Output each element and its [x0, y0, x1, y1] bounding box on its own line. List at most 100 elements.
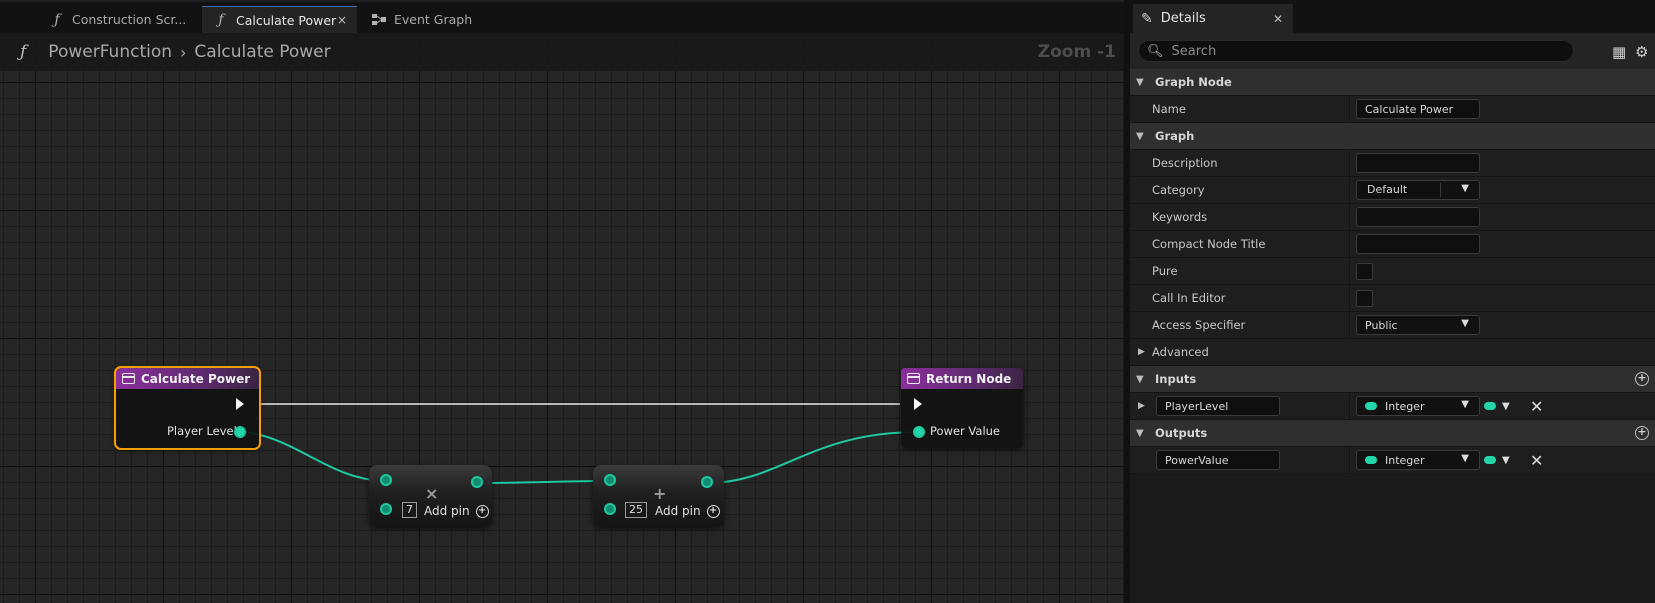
- tab-calculate-power[interactable]: ƒ Calculate Power ×: [202, 6, 357, 33]
- add-input-icon[interactable]: +: [1635, 372, 1649, 386]
- add-pin-button[interactable]: Add pin +: [655, 504, 720, 518]
- category-value[interactable]: Default: [1361, 183, 1441, 197]
- details-empty-area: [1130, 475, 1655, 603]
- output-pin[interactable]: [701, 476, 713, 488]
- chevron-down-icon: ▼: [1502, 454, 1510, 466]
- tab-details[interactable]: ✎ Details ✕: [1133, 4, 1293, 33]
- table-view-icon[interactable]: ▦: [1612, 43, 1626, 61]
- add-pin-label: Add pin: [424, 504, 470, 518]
- pin-default-value[interactable]: 7: [402, 502, 417, 518]
- chevron-down-icon: ▼: [1136, 130, 1144, 142]
- param-name-field[interactable]: PowerValue: [1156, 450, 1280, 470]
- function-entry-node[interactable]: Calculate Power Player Level: [114, 366, 261, 450]
- chevron-down-icon[interactable]: ▼: [1461, 183, 1469, 194]
- player-level-pin[interactable]: [234, 426, 246, 438]
- prop-access-specifier: Access Specifier Public ▼: [1130, 312, 1655, 339]
- category-label: Inputs: [1155, 372, 1197, 386]
- chevron-down-icon: ▼: [1502, 400, 1510, 412]
- pure-checkbox[interactable]: [1356, 262, 1373, 280]
- column-divider[interactable]: [1349, 285, 1350, 312]
- return-node[interactable]: Return Node Power Value: [901, 368, 1023, 448]
- param-name-field[interactable]: PlayerLevel: [1156, 396, 1280, 416]
- exec-input-pin[interactable]: [914, 398, 922, 410]
- column-divider[interactable]: [1349, 96, 1350, 123]
- call-in-editor-checkbox[interactable]: [1356, 289, 1373, 307]
- exec-output-pin[interactable]: [236, 398, 244, 410]
- tab-construction-script[interactable]: ƒ Construction Scr...: [38, 6, 198, 33]
- close-icon[interactable]: ✕: [1273, 12, 1283, 26]
- keywords-field[interactable]: [1356, 207, 1480, 227]
- column-divider[interactable]: [1349, 177, 1350, 204]
- prop-label: Keywords: [1152, 210, 1208, 224]
- multiply-node[interactable]: × 7 Add pin +: [369, 465, 492, 527]
- compact-title-field[interactable]: [1356, 234, 1480, 254]
- chevron-right-icon[interactable]: ▶: [1138, 347, 1145, 357]
- prop-keywords: Keywords: [1130, 204, 1655, 231]
- column-divider[interactable]: [1349, 231, 1350, 258]
- prop-label: Description: [1152, 156, 1218, 170]
- integer-type-icon: [1365, 456, 1377, 464]
- power-value-pin[interactable]: [913, 426, 925, 438]
- search-row: 🔍︎ ▦ ⚙: [1130, 33, 1655, 69]
- category-outputs[interactable]: ▼ Outputs +: [1130, 420, 1655, 447]
- category-graph-node[interactable]: ▼ Graph Node: [1130, 69, 1655, 96]
- close-icon[interactable]: ×: [337, 13, 347, 27]
- plus-circle-icon: +: [706, 504, 720, 518]
- column-divider[interactable]: [1349, 150, 1350, 177]
- chevron-right-icon[interactable]: ▶: [1138, 401, 1145, 411]
- column-divider[interactable]: [1349, 312, 1350, 339]
- prop-label: Compact Node Title: [1152, 237, 1266, 251]
- category-inputs[interactable]: ▼ Inputs +: [1130, 366, 1655, 393]
- search-box[interactable]: 🔍︎: [1138, 40, 1574, 62]
- function-node-icon: [907, 373, 920, 384]
- search-input[interactable]: [1171, 43, 1552, 59]
- remove-param-icon[interactable]: ✕: [1530, 451, 1543, 470]
- input-pin-b[interactable]: [380, 503, 392, 515]
- container-type-dropdown[interactable]: ▼: [1484, 455, 1510, 466]
- param-type-dropdown[interactable]: Integer ▼: [1356, 450, 1480, 470]
- description-field[interactable]: [1356, 153, 1480, 173]
- function-icon: ƒ: [54, 11, 60, 28]
- graph-canvas[interactable]: [0, 33, 1124, 603]
- function-icon: ƒ: [20, 42, 27, 62]
- prop-compact-node-title: Compact Node Title: [1130, 231, 1655, 258]
- node-title: Return Node: [926, 371, 1012, 386]
- add-output-icon[interactable]: +: [1635, 426, 1649, 440]
- single-pin-icon: [1484, 456, 1496, 464]
- details-tab-bar: ✎ Details ✕: [1130, 0, 1655, 33]
- prop-call-in-editor: Call In Editor: [1130, 285, 1655, 312]
- add-node[interactable]: + 25 Add pin +: [593, 465, 724, 527]
- column-divider[interactable]: [1349, 258, 1350, 285]
- input-pin-a[interactable]: [380, 474, 392, 486]
- input-pin-a[interactable]: [604, 474, 616, 486]
- category-combo[interactable]: Default ▼: [1356, 180, 1480, 200]
- input-pin-b[interactable]: [604, 503, 616, 515]
- prop-category: Category Default ▼: [1130, 177, 1655, 204]
- breadcrumb: ƒ PowerFunction › Calculate Power: [0, 33, 1124, 71]
- category-label: Graph Node: [1155, 75, 1232, 89]
- column-divider[interactable]: [1349, 204, 1350, 231]
- category-graph[interactable]: ▼ Graph: [1130, 123, 1655, 150]
- param-type-dropdown[interactable]: Integer ▼: [1356, 396, 1480, 416]
- column-divider[interactable]: [1349, 393, 1350, 420]
- name-field[interactable]: Calculate Power: [1356, 99, 1480, 119]
- dropdown-value: Integer: [1385, 399, 1425, 413]
- output-pin[interactable]: [471, 476, 483, 488]
- node-header: Return Node: [901, 368, 1023, 389]
- prop-label: Name: [1152, 102, 1186, 116]
- prop-label: Advanced: [1152, 345, 1209, 359]
- tab-event-graph[interactable]: Event Graph: [360, 6, 510, 33]
- container-type-dropdown[interactable]: ▼: [1484, 401, 1510, 412]
- pin-default-value[interactable]: 25: [625, 502, 647, 518]
- access-specifier-dropdown[interactable]: Public ▼: [1356, 315, 1480, 335]
- prop-description: Description: [1130, 150, 1655, 177]
- remove-param-icon[interactable]: ✕: [1530, 397, 1543, 416]
- plus-circle-icon: +: [475, 504, 489, 518]
- gear-icon[interactable]: ⚙: [1635, 43, 1648, 61]
- integer-type-icon: [1365, 402, 1377, 410]
- add-pin-button[interactable]: Add pin +: [424, 504, 489, 518]
- breadcrumb-parent[interactable]: PowerFunction: [48, 42, 172, 62]
- breadcrumb-current: Calculate Power: [194, 42, 331, 62]
- prop-advanced[interactable]: ▶ Advanced: [1130, 339, 1655, 366]
- column-divider[interactable]: [1349, 447, 1350, 474]
